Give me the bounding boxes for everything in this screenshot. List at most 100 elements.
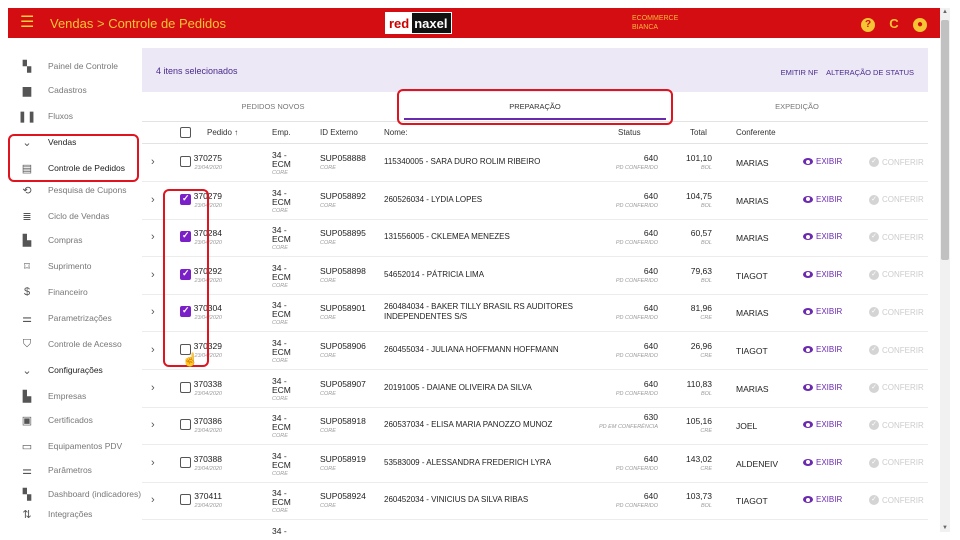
row-checkbox[interactable] bbox=[180, 456, 191, 468]
sidebar-item-pesquisa-de-cupons[interactable]: ⟲ Pesquisa de Cupons bbox=[8, 179, 142, 201]
chevron-right-icon[interactable]: › bbox=[151, 494, 155, 506]
tab-expedicao[interactable]: EXPEDIÇÃO bbox=[666, 92, 928, 122]
sidebar-item-vendas[interactable]: ⌄ Vendas bbox=[8, 131, 142, 153]
tab-pedidos-novos[interactable]: PEDIDOS NOVOS bbox=[142, 92, 404, 122]
table-row[interactable]: › 370388 23/04/2020 34 - ECM CORE SUP058919 COR… bbox=[142, 445, 928, 483]
sidebar-item-controle-de-acesso[interactable]: ⛉ Controle de Acesso bbox=[8, 333, 142, 355]
col-nome[interactable]: Nome: bbox=[384, 128, 408, 137]
id-externo: SUP058907 bbox=[320, 378, 366, 389]
menu-icon[interactable]: ☰ bbox=[20, 8, 46, 38]
sidebar-item-certificados[interactable]: ▣ Certificados bbox=[8, 409, 142, 431]
row-checkbox[interactable] bbox=[180, 344, 191, 355]
table-row[interactable]: ›37027923/04/202034 -ECMCORESUP058892COR… bbox=[142, 182, 928, 220]
row-checkbox[interactable] bbox=[180, 305, 191, 318]
chevron-right-icon[interactable]: › bbox=[151, 344, 155, 356]
account-icon[interactable]: ● bbox=[912, 15, 928, 32]
help-icon[interactable]: ? bbox=[860, 15, 876, 32]
alteracao-status-button[interactable]: ALTERAÇÃO DE STATUS bbox=[826, 68, 914, 77]
exibir-button[interactable]: EXIBIR bbox=[803, 383, 842, 392]
exibir-button[interactable]: EXIBIR bbox=[803, 307, 842, 316]
table-row[interactable]: › 370386 23/04/2020 34 - ECM CORE SUP058918 COR… bbox=[142, 407, 928, 446]
sidebar-item-controle-de-pedidos[interactable]: ▤ Controle de Pedidos bbox=[8, 157, 142, 179]
table-row[interactable]: ›37029223/04/202034 -ECMCORESUP058898COR… bbox=[142, 257, 928, 295]
sidebar-item-parametros[interactable]: ⚌ Parâmetros bbox=[8, 459, 142, 481]
total-value: 110,83 bbox=[686, 378, 712, 389]
chevron-right-icon[interactable]: › bbox=[151, 306, 155, 318]
sidebar-item-empresas[interactable]: ▙ Empresas bbox=[8, 385, 142, 407]
row-checkbox[interactable] bbox=[180, 381, 191, 393]
scroll-thumb[interactable] bbox=[941, 20, 949, 260]
chevron-right-icon[interactable]: › bbox=[151, 231, 155, 243]
conferir-button[interactable]: ✓ CONFERIR bbox=[869, 269, 924, 280]
table-row[interactable]: 34 - bbox=[142, 520, 928, 540]
exibir-button[interactable]: EXIBIR bbox=[803, 270, 842, 279]
col-emp[interactable]: Emp. bbox=[272, 128, 291, 137]
sidebar-item-parametrizacoes[interactable]: ⚌ Parametrizações bbox=[8, 307, 142, 329]
exibir-button[interactable]: EXIBIR bbox=[803, 458, 842, 467]
chevron-right-icon[interactable]: › bbox=[151, 269, 155, 281]
exibir-button[interactable]: EXIBIR bbox=[803, 420, 842, 429]
sidebar-item-dashboard-indicadores[interactable]: ▚ Dashboard (indicadores) bbox=[8, 483, 142, 505]
col-status[interactable]: Status bbox=[618, 128, 641, 137]
pedido-number: 370338 bbox=[193, 378, 222, 389]
conferir-button[interactable]: ✓ CONFERIR bbox=[869, 495, 924, 506]
sidebar-item-ciclo-de-vendas[interactable]: ≣ Ciclo de Vendas bbox=[8, 205, 142, 227]
chevron-right-icon[interactable]: › bbox=[151, 194, 155, 206]
exibir-button[interactable]: EXIBIR bbox=[803, 232, 842, 241]
refresh-icon[interactable]: C bbox=[886, 16, 902, 31]
conferente-name: MARIAS bbox=[736, 158, 769, 168]
table-row[interactable]: › 370338 23/04/2020 34 - ECM CORE SUP058907 COR… bbox=[142, 370, 928, 408]
payment-type: BOL bbox=[700, 390, 712, 397]
status-code: 640 bbox=[643, 228, 658, 239]
row-checkbox[interactable] bbox=[180, 156, 191, 167]
conferir-button[interactable]: ✓ CONFERIR bbox=[869, 307, 924, 318]
sidebar-item-painel-de-controle[interactable]: ▚ Painel de Controle bbox=[8, 55, 142, 77]
chevron-right-icon[interactable]: › bbox=[151, 419, 155, 431]
conferir-button[interactable]: ✓ CONFERIR bbox=[869, 157, 924, 167]
chevron-right-icon[interactable]: › bbox=[151, 156, 155, 168]
row-checkbox[interactable] bbox=[180, 419, 191, 431]
eye-icon bbox=[803, 270, 813, 278]
row-checkbox[interactable] bbox=[180, 494, 191, 506]
col-total[interactable]: Total bbox=[690, 128, 707, 137]
table-row[interactable]: › 370329 23/04/2020 34 - ECM CORE SUP058906 COR… bbox=[142, 332, 928, 370]
sidebar-item-compras[interactable]: ▙ Compras bbox=[8, 229, 142, 251]
col-id-externo[interactable]: ID Externo bbox=[320, 128, 358, 137]
sidebar-item-suprimento[interactable]: ⌑ Suprimento bbox=[8, 255, 142, 277]
chevron-right-icon[interactable]: › bbox=[151, 382, 155, 394]
sidebar-item-financeiro[interactable]: $ Financeiro bbox=[8, 281, 142, 303]
row-checkbox[interactable] bbox=[180, 230, 191, 243]
conferir-button[interactable]: ✓ CONFERIR bbox=[869, 232, 924, 243]
col-conferente[interactable]: Conferente bbox=[736, 128, 776, 137]
row-checkbox[interactable] bbox=[180, 268, 191, 280]
sidebar-item-integracoes[interactable]: ⇅ Integrações bbox=[8, 503, 142, 525]
scroll-down-icon[interactable]: ▼ bbox=[942, 525, 948, 531]
exibir-button[interactable]: EXIBIR bbox=[803, 345, 842, 354]
page-scrollbar[interactable]: ▲ ▼ bbox=[940, 8, 950, 532]
scroll-up-icon[interactable]: ▲ bbox=[942, 9, 948, 15]
select-all-checkbox[interactable] bbox=[180, 127, 191, 138]
conferir-button[interactable]: ✓ CONFERIR bbox=[869, 382, 924, 393]
table-row[interactable]: ›37030423/04/202034 -ECMCORESUP058901COR… bbox=[142, 294, 928, 333]
conferir-button[interactable]: ✓ CONFERIR bbox=[869, 420, 924, 431]
conferir-button[interactable]: ✓ CONFERIR bbox=[869, 194, 924, 205]
row-checkbox[interactable] bbox=[180, 193, 191, 205]
sidebar-item-fluxos[interactable]: ❚❚ Fluxos bbox=[8, 105, 142, 127]
col-pedido[interactable]: Pedido ↑ bbox=[207, 128, 238, 137]
conferir-button[interactable]: ✓ CONFERIR bbox=[869, 457, 924, 468]
sidebar-item-equipamentos-pdv[interactable]: ▭ Equipamentos PDV bbox=[8, 435, 142, 457]
exibir-button[interactable]: EXIBIR bbox=[803, 495, 842, 504]
exibir-button[interactable]: EXIBIR bbox=[803, 157, 842, 166]
chevron-right-icon[interactable]: › bbox=[151, 457, 155, 469]
sidebar-item-cadastros[interactable]: ▆ Cadastros bbox=[8, 79, 142, 101]
exibir-label: EXIBIR bbox=[816, 495, 843, 505]
search-coupon-icon: ⟲ bbox=[22, 184, 32, 197]
table-row[interactable]: › 370275 23/04/2020 34 - ECM CORE SUP058888 COR… bbox=[142, 144, 928, 182]
pedido-date: 23/04/2020 bbox=[194, 390, 222, 397]
emitir-nf-button[interactable]: EMITIR NF bbox=[781, 68, 819, 77]
exibir-button[interactable]: EXIBIR bbox=[803, 195, 842, 204]
sidebar-item-configuracoes[interactable]: ⌄ Configurações bbox=[8, 359, 142, 381]
table-row[interactable]: › 370411 23/04/2020 34 - ECM CORE SUP058924 COR… bbox=[142, 482, 928, 521]
conferir-button[interactable]: ✓ CONFERIR bbox=[869, 345, 924, 355]
table-row[interactable]: ›37028423/04/202034 -ECMCORESUP058895COR… bbox=[142, 219, 928, 258]
